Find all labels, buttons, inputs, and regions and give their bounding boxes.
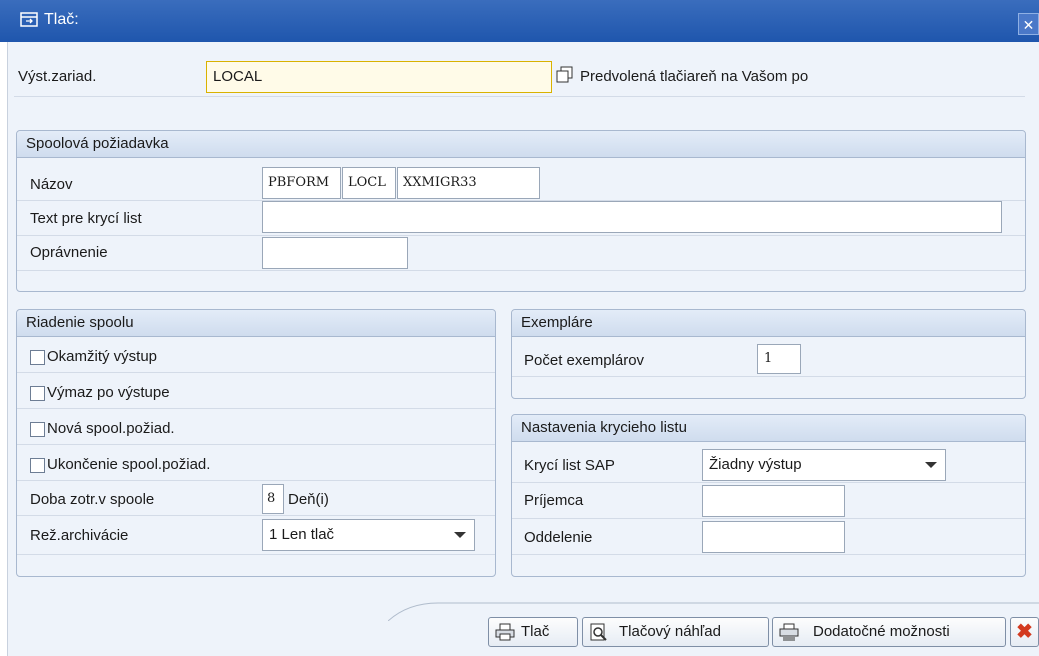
left-border [0, 42, 8, 656]
new-spool-request-checkbox[interactable] [30, 422, 45, 437]
name-part-1[interactable]: PBFORM [262, 167, 341, 199]
archive-mode-label: Rež.archivácie [30, 527, 129, 544]
device-input[interactable]: LOCAL [206, 61, 552, 93]
retention-label: Doba zotr.v spoole [30, 491, 155, 508]
spool-control-title: Riadenie spoolu [26, 314, 134, 331]
copy-icon[interactable] [556, 66, 574, 84]
print-preview-icon [590, 623, 607, 641]
department-label: Oddelenie [524, 529, 593, 546]
copies-header: Exempláre [512, 310, 1025, 337]
cover-text-label: Text pre krycí list [30, 210, 142, 227]
device-row-line [14, 96, 1025, 97]
copies-count-label: Počet exemplárov [524, 352, 645, 369]
cover-sheet-title: Nastavenia krycieho listu [521, 419, 687, 436]
dropdown-arrow-icon [454, 532, 466, 538]
row-line [17, 270, 1025, 271]
more-options-button[interactable]: Dodatočné možnosti [772, 617, 1006, 647]
row-line [17, 480, 495, 481]
recipient-label: Príjemca [524, 492, 584, 509]
copies-count-input[interactable]: 1 [757, 344, 801, 374]
print-button-label: Tlač [521, 623, 550, 640]
new-spool-request-label[interactable]: Nová spool.požiad. [47, 420, 175, 437]
device-description: Predvolená tlačiareň na Vašom po [580, 68, 809, 85]
spool-request-header: Spoolová požiadavka [17, 131, 1025, 158]
archive-mode-select[interactable]: 1 Len tlač [262, 519, 475, 551]
row-line [512, 482, 1025, 483]
row-line [17, 408, 495, 409]
sap-cover-select[interactable]: Žiadny výstup [702, 449, 946, 481]
cover-sheet-header: Nastavenia krycieho listu [512, 415, 1025, 442]
archive-mode-value: 1 Len tlač [269, 526, 335, 543]
spool-request-title: Spoolová požiadavka [26, 135, 169, 152]
print-dialog-icon [20, 12, 38, 27]
delete-after-output-label[interactable]: Výmaz po výstupe [47, 384, 170, 401]
row-line [17, 235, 1025, 236]
copies-title: Exempláre [521, 314, 593, 331]
dropdown-arrow-icon [925, 462, 937, 468]
row-line [17, 372, 495, 373]
row-line [512, 554, 1025, 555]
more-options-label: Dodatočné možnosti [813, 623, 950, 640]
title-bar: Tlač: ✕ [0, 0, 1039, 42]
sap-cover-label: Krycí list SAP [524, 457, 615, 474]
options-icon [779, 623, 799, 641]
immediate-output-label[interactable]: Okamžitý výstup [47, 348, 157, 365]
print-preview-label: Tlačový náhľad [619, 623, 721, 640]
cover-text-input[interactable] [262, 201, 1002, 233]
close-spool-request-label[interactable]: Ukončenie spool.požiad. [47, 456, 210, 473]
device-label: Výst.zariad. [18, 68, 97, 85]
row-line [512, 376, 1025, 377]
delete-after-output-checkbox[interactable] [30, 386, 45, 401]
row-line [512, 518, 1025, 519]
authorization-label: Oprávnenie [30, 244, 108, 261]
row-line [17, 444, 495, 445]
row-line [17, 554, 495, 555]
recipient-input[interactable] [702, 485, 845, 517]
window-title: Tlač: [44, 11, 79, 28]
cancel-icon[interactable]: ✖ [1010, 617, 1039, 647]
print-button[interactable]: Tlač [488, 617, 578, 647]
spool-control-header: Riadenie spoolu [17, 310, 495, 337]
printer-icon [495, 623, 515, 641]
department-input[interactable] [702, 521, 845, 553]
name-label: Názov [30, 176, 73, 193]
sap-cover-value: Žiadny výstup [709, 456, 802, 473]
retention-unit: Deň(i) [288, 491, 329, 508]
name-part-3[interactable]: XXMIGR33 [397, 167, 540, 199]
immediate-output-checkbox[interactable] [30, 350, 45, 365]
name-part-2[interactable]: LOCL [342, 167, 396, 199]
retention-input[interactable]: 8 [262, 484, 284, 514]
authorization-input[interactable] [262, 237, 408, 269]
row-line [17, 515, 495, 516]
print-preview-button[interactable]: Tlačový náhľad [582, 617, 769, 647]
close-spool-request-checkbox[interactable] [30, 458, 45, 473]
close-icon[interactable]: ✕ [1018, 13, 1039, 35]
